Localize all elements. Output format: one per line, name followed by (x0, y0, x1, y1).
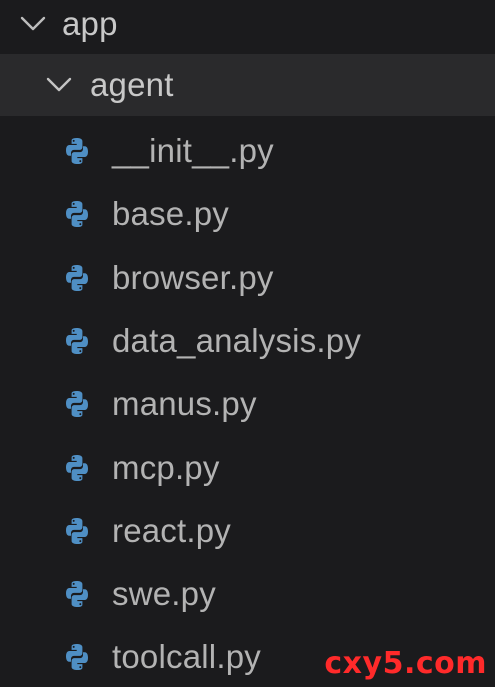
file-label: toolcall.py (112, 638, 261, 676)
python-file-icon (60, 577, 94, 611)
python-file-icon (60, 640, 94, 674)
python-file-icon (60, 197, 94, 231)
folder-label: app (62, 5, 118, 42)
file-label: base.py (112, 195, 229, 233)
file-item[interactable]: browser.py (0, 247, 495, 309)
folder-label: agent (90, 66, 174, 103)
file-item[interactable]: base.py (0, 183, 495, 245)
folder-agent[interactable]: agent (0, 54, 495, 116)
file-explorer-tree: app agent __init__.py base.py browser.py… (0, 0, 495, 687)
file-item[interactable]: react.py (0, 500, 495, 562)
file-label: __init__.py (112, 132, 274, 169)
file-label: data_analysis.py (112, 321, 362, 359)
python-file-icon (60, 451, 94, 485)
file-item[interactable]: manus.py (0, 373, 495, 435)
file-label: swe.py (112, 575, 216, 613)
python-file-icon (60, 261, 94, 295)
chevron-down-icon[interactable] (44, 70, 74, 100)
file-label: browser.py (112, 258, 274, 296)
python-file-icon (60, 387, 94, 421)
file-item[interactable]: data_analysis.py (0, 310, 495, 372)
watermark: cxy5.com (324, 646, 487, 681)
file-item[interactable]: swe.py (0, 563, 495, 625)
python-file-icon (60, 134, 94, 168)
file-label: react.py (112, 511, 231, 549)
file-item[interactable]: mcp.py (0, 437, 495, 499)
file-item[interactable]: __init__.py (0, 120, 495, 182)
python-file-icon (60, 514, 94, 548)
python-file-icon (60, 324, 94, 358)
chevron-down-icon[interactable] (18, 9, 48, 39)
file-label: manus.py (112, 385, 257, 423)
folder-app[interactable]: app (0, 0, 495, 53)
file-label: mcp.py (112, 448, 220, 486)
